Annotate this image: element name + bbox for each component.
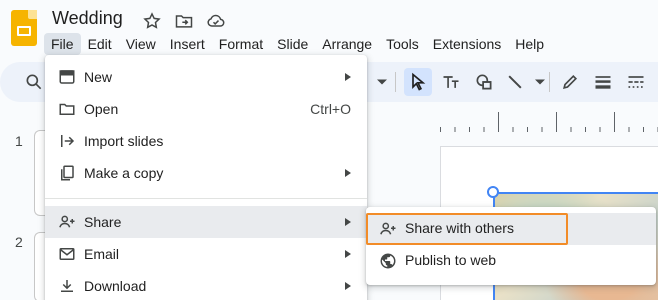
border-color-icon[interactable] — [560, 72, 580, 92]
menu-edit[interactable]: Edit — [81, 33, 119, 55]
line-dropdown-icon[interactable] — [530, 72, 545, 92]
menu-item-new[interactable]: New — [45, 61, 367, 93]
menu-view[interactable]: View — [119, 33, 163, 55]
menu-item-open[interactable]: Open Ctrl+O — [45, 93, 367, 125]
text-box-icon[interactable] — [441, 72, 461, 92]
share-submenu: Share with others Publish to web — [366, 207, 656, 285]
select-cursor-icon — [408, 72, 428, 92]
email-icon — [58, 245, 76, 263]
slide-number: 1 — [15, 133, 23, 149]
download-icon — [58, 277, 76, 295]
menu-item-import-slides[interactable]: Import slides — [45, 125, 367, 157]
border-dash-icon[interactable] — [626, 72, 646, 92]
submenu-arrow-icon — [345, 218, 351, 226]
submenu-item-label: Publish to web — [405, 252, 497, 268]
menu-arrange[interactable]: Arrange — [315, 33, 379, 55]
file-menu: New Open Ctrl+O Import slides Make a cop… — [45, 55, 367, 300]
menu-item-label: Make a copy — [84, 165, 164, 181]
person-add-icon — [58, 213, 76, 231]
search-menus-icon[interactable] — [24, 72, 44, 92]
menu-tools[interactable]: Tools — [379, 33, 426, 55]
ruler-tick — [614, 112, 615, 128]
menu-file[interactable]: File — [44, 33, 81, 55]
menu-item-share[interactable]: Share — [45, 206, 367, 238]
menu-item-label: Download — [84, 278, 147, 294]
toolbar-divider — [549, 72, 550, 92]
menu-divider — [45, 198, 367, 199]
line-icon[interactable] — [505, 72, 525, 92]
horizontal-ruler — [440, 118, 658, 132]
folder-icon — [58, 100, 76, 118]
toolbar-divider — [395, 72, 396, 92]
copy-icon — [58, 164, 76, 182]
document-title[interactable]: Wedding — [52, 8, 123, 29]
submenu-item-label: Share with others — [405, 220, 514, 236]
submenu-arrow-icon — [345, 282, 351, 290]
menu-extensions[interactable]: Extensions — [426, 33, 508, 55]
menu-item-download[interactable]: Download — [45, 270, 367, 300]
submenu-item-share-with-others[interactable]: Share with others — [366, 213, 656, 245]
move-to-folder-icon[interactable] — [174, 11, 194, 31]
submenu-arrow-icon — [345, 169, 351, 177]
shape-icon[interactable] — [474, 72, 494, 92]
ruler-tick — [498, 112, 499, 128]
border-weight-icon[interactable] — [593, 72, 613, 92]
submenu-arrow-icon — [345, 250, 351, 258]
submenu-arrow-icon — [345, 73, 351, 81]
menu-item-label: Share — [84, 214, 122, 230]
resize-handle[interactable] — [487, 186, 499, 198]
menu-item-make-a-copy[interactable]: Make a copy — [45, 157, 367, 189]
globe-icon — [379, 252, 397, 270]
slide-number: 2 — [15, 234, 23, 250]
menu-slide[interactable]: Slide — [270, 33, 315, 55]
submenu-item-publish-to-web[interactable]: Publish to web — [366, 245, 656, 277]
menu-item-label: New — [84, 69, 113, 85]
slides-logo[interactable] — [11, 10, 37, 46]
menu-shortcut: Ctrl+O — [310, 101, 351, 117]
star-icon[interactable] — [142, 11, 162, 31]
menu-item-label: Open — [84, 101, 119, 117]
menu-item-email[interactable]: Email — [45, 238, 367, 270]
menu-format[interactable]: Format — [212, 33, 270, 55]
zoom-dropdown-icon[interactable] — [372, 72, 387, 92]
menu-help[interactable]: Help — [508, 33, 551, 55]
menu-bar: File Edit View Insert Format Slide Arran… — [44, 33, 551, 55]
menu-item-label: Email — [84, 246, 120, 262]
ruler-tick — [556, 112, 557, 128]
import-icon — [58, 132, 76, 150]
slides-icon — [58, 68, 76, 86]
menu-insert[interactable]: Insert — [163, 33, 212, 55]
person-add-icon — [379, 220, 397, 238]
menu-item-label: Import slides — [84, 133, 164, 149]
cloud-saved-icon[interactable] — [206, 11, 226, 31]
